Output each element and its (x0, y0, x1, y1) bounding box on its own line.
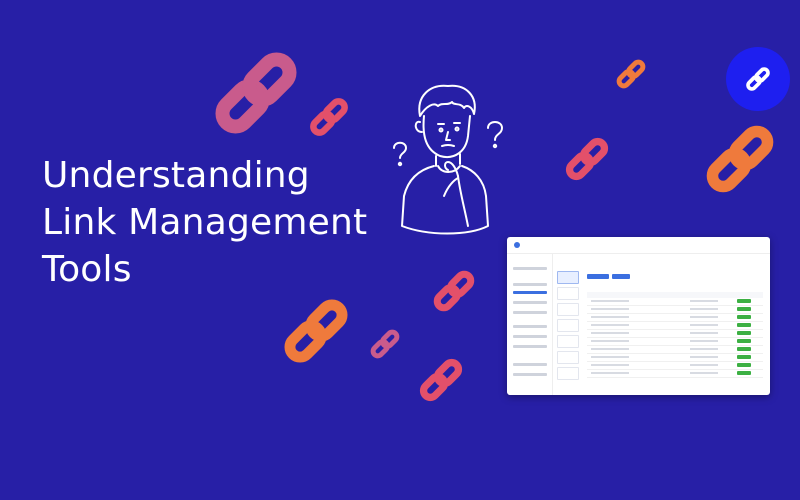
app-screenshot-preview (507, 237, 770, 395)
chain-link-icon (419, 358, 463, 402)
app-table (587, 292, 763, 378)
chain-link-icon (565, 137, 609, 181)
chain-link-icon (706, 125, 774, 193)
chain-link-icon (433, 270, 475, 312)
chain-link-icon (616, 59, 646, 89)
app-topbar (507, 237, 770, 254)
chain-link-icon (284, 299, 348, 363)
chain-link-icon (215, 52, 297, 134)
chain-link-icon (370, 329, 400, 359)
app-primary-button (587, 274, 609, 279)
link-badge (726, 47, 790, 111)
title-line-1: Understanding (42, 155, 310, 196)
page-title: Understanding Link Management Tools (42, 152, 367, 293)
app-sidebar (507, 253, 553, 395)
app-folder-list (557, 271, 579, 380)
title-line-2: Link Management (42, 202, 368, 243)
app-secondary-button (612, 274, 630, 279)
confused-person-illustration (393, 84, 503, 235)
link-icon (746, 67, 770, 91)
title-line-3: Tools (42, 249, 132, 290)
app-logo-icon (514, 242, 520, 248)
chain-link-icon (310, 98, 348, 136)
